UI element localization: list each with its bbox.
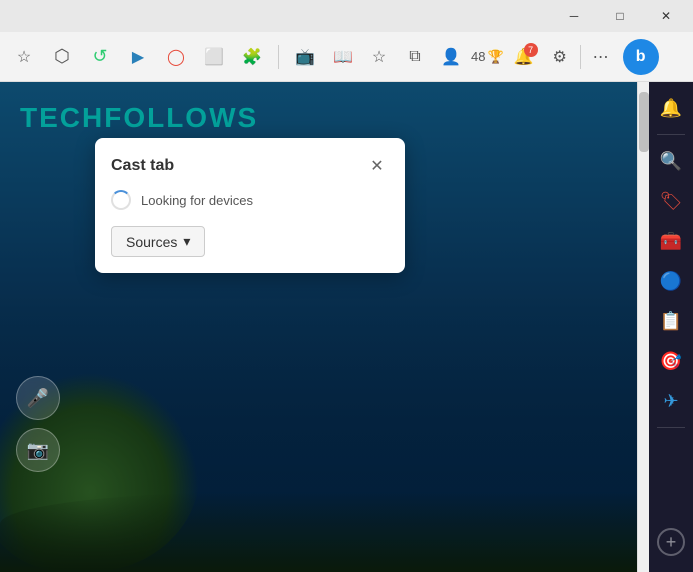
sidebar-edge-icon[interactable]: 🔵 [653,263,689,299]
sources-label: Sources [126,234,177,250]
score-value: 48 [471,49,485,64]
camera-fab[interactable]: 📷 [16,428,60,472]
extension-icon-4[interactable]: ◯ [160,41,192,73]
toolbar-right: 📖 ☆ ⧉ 👤 48 🏆 🔔 7 ⚙ ⋯ [327,41,617,73]
cast-popup: Cast tab ✕ Looking for devices Sources ▾ [95,138,405,273]
extension-icon-5[interactable]: ⬜ [198,41,230,73]
profile-icon[interactable]: 👤 [435,41,467,73]
sidebar-search-icon[interactable]: 🔍 [653,143,689,179]
ground-area [0,492,649,572]
loading-spinner [111,190,131,210]
browser-toolbar: ☆ ⬡ ↺ ▶ ◯ ⬜ 🧩 📺 📖 ☆ ⧉ 👤 48 🏆 🔔 7 ⚙ ⋯ b [0,32,693,82]
right-sidebar: 🔔 🔍 🏷 🧰 🔵 📋 🎯 ✈ + [649,82,693,572]
sources-button[interactable]: Sources ▾ [111,226,205,257]
microphone-fab[interactable]: 🎤 [16,376,60,420]
notification-badge: 7 [524,43,538,57]
sidebar-bell-icon[interactable]: 🔔 [653,90,689,126]
notification-bell-icon[interactable]: 🔔 7 [508,41,540,73]
sidebar-target-icon[interactable]: 🎯 [653,343,689,379]
cast-popup-title: Cast tab [111,157,174,175]
title-bar: ─ □ ✕ [0,0,693,32]
scrollbar[interactable] [637,82,649,572]
page-content: TECHFOLLOWS 🎤 📷 Cast tab ✕ Lo [0,82,649,572]
more-options-icon[interactable]: ⋯ [585,41,617,73]
sidebar-divider-2 [657,427,685,428]
cast-status-text: Looking for devices [141,193,253,208]
minimize-button[interactable]: ─ [551,0,597,32]
cast-icon[interactable]: 📺 [289,41,321,73]
scrollbar-thumb[interactable] [639,92,649,152]
bing-icon: b [636,48,646,66]
divider [278,45,279,69]
settings-icon[interactable]: ⚙ [544,41,576,73]
extension-icon-3[interactable]: ▶ [122,41,154,73]
maximize-button[interactable]: □ [597,0,643,32]
close-icon: ✕ [370,156,383,176]
sidebar-tools-icon[interactable]: 🧰 [653,223,689,259]
sidebar-send-icon[interactable]: ✈ [653,383,689,419]
trophy-icon: 🏆 [487,49,503,65]
sidebar-outlook-icon[interactable]: 📋 [653,303,689,339]
reading-view-icon[interactable]: 📖 [327,41,359,73]
fab-container: 🎤 📷 [16,376,60,472]
bookmark-icon[interactable]: ☆ [8,41,40,73]
extension-icon-1[interactable]: ⬡ [46,41,78,73]
sidebar-divider-1 [657,134,685,135]
cast-close-button[interactable]: ✕ [365,154,389,178]
favorites-icon[interactable]: ☆ [363,41,395,73]
cast-status-row: Looking for devices [111,190,389,210]
collections-icon[interactable]: ⧉ [399,41,431,73]
divider-2 [580,45,581,69]
camera-icon: 📷 [27,440,49,461]
sidebar-add-button[interactable]: + [657,528,685,556]
bing-button[interactable]: b [623,39,659,75]
cast-popup-header: Cast tab ✕ [111,154,389,178]
chevron-down-icon: ▾ [183,233,190,250]
plus-icon: + [666,532,677,553]
sidebar-tag-icon[interactable]: 🏷 [653,183,689,219]
score-display: 48 🏆 [471,49,504,65]
main-area: TECHFOLLOWS 🎤 📷 Cast tab ✕ Lo [0,82,693,572]
extension-icon-2[interactable]: ↺ [84,41,116,73]
microphone-icon: 🎤 [27,388,49,409]
extension-icon-6[interactable]: 🧩 [236,41,268,73]
close-button[interactable]: ✕ [643,0,689,32]
site-logo: TECHFOLLOWS [20,102,258,134]
